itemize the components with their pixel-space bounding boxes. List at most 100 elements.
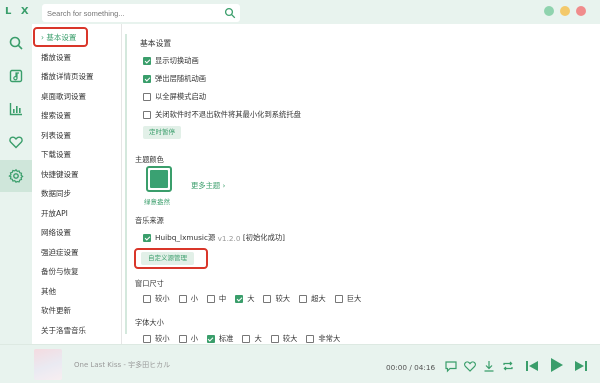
option-label: 显示切换动画 xyxy=(155,56,199,65)
radio-font-size[interactable] xyxy=(270,335,279,343)
download-icon[interactable] xyxy=(482,359,496,373)
font-size-option[interactable]: 较大 xyxy=(270,334,298,344)
comment-icon[interactable] xyxy=(444,359,458,373)
option-label: 大 xyxy=(247,294,255,303)
source-option[interactable]: Huibq_lxmusic源 v1.2.0 [初始化成功] xyxy=(143,232,285,244)
search-icon[interactable] xyxy=(224,7,236,19)
sidebar-item-ocd[interactable]: 强迫症设置 xyxy=(32,244,122,262)
sidebar-item-desktop-lyric[interactable]: 桌面歌词设置 xyxy=(32,88,122,106)
favorites-nav-icon[interactable] xyxy=(0,126,32,158)
radio-window-size[interactable] xyxy=(143,295,151,303)
window-size-option[interactable]: 较小 xyxy=(143,294,170,304)
sidebar-item-about[interactable]: 关于洛雪音乐 xyxy=(32,322,122,340)
sidebar-item-download[interactable]: 下载设置 xyxy=(32,146,122,164)
content-scrollbar[interactable] xyxy=(125,34,127,334)
timer-pause-button[interactable]: 定时暂停 xyxy=(143,126,181,139)
search-nav-icon[interactable] xyxy=(0,27,32,59)
option-label: 以全屏模式启动 xyxy=(155,92,207,101)
play-time: 00:00 / 04:16 xyxy=(386,363,436,372)
option-label: 小 xyxy=(190,334,198,343)
font-size-option[interactable]: 大 xyxy=(242,334,262,344)
radio-font-size[interactable] xyxy=(306,335,315,343)
source-name: Huibq_lxmusic源 xyxy=(155,233,216,242)
sidebar-item-playback[interactable]: 播放设置 xyxy=(32,49,122,67)
sidebar-item-backup[interactable]: 备份与恢复 xyxy=(32,263,122,281)
option-fullscreen-start[interactable]: 以全屏模式启动 xyxy=(143,91,206,103)
theme-color-fill xyxy=(150,170,168,188)
option-popup-animation[interactable]: 弹出层随机动画 xyxy=(143,73,206,85)
sidebar-item-search[interactable]: 搜索设置 xyxy=(32,107,122,125)
sidebar-item-sync[interactable]: 数据同步 xyxy=(32,185,122,203)
option-label: 超大 xyxy=(311,294,326,303)
sidebar-item-hotkey[interactable]: 快捷键设置 xyxy=(32,166,122,184)
theme-swatch[interactable] xyxy=(146,166,172,192)
window-size-option[interactable]: 巨大 xyxy=(334,294,361,304)
search-box[interactable] xyxy=(42,4,240,22)
minimize-button[interactable] xyxy=(544,6,554,16)
font-size-option[interactable]: 非常大 xyxy=(306,334,340,344)
play-icon[interactable] xyxy=(547,356,565,374)
option-label: 弹出层随机动画 xyxy=(155,74,207,83)
option-minimize-to-tray[interactable]: 关闭软件时不退出软件将其最小化到系统托盘 xyxy=(143,109,301,121)
option-label: 大 xyxy=(254,334,262,343)
song-list-nav-icon[interactable] xyxy=(0,60,32,92)
settings-nav-icon[interactable] xyxy=(0,160,32,192)
close-button[interactable] xyxy=(576,6,586,16)
window-size-option[interactable]: 小 xyxy=(178,294,198,304)
more-themes-label: 更多主题 xyxy=(191,181,221,190)
radio-window-size[interactable] xyxy=(235,295,244,303)
radio-font-size[interactable] xyxy=(242,335,251,343)
leaderboard-nav-icon[interactable] xyxy=(0,93,32,125)
maximize-button[interactable] xyxy=(560,6,570,16)
source-status: [初始化成功] xyxy=(242,233,286,242)
album-cover[interactable] xyxy=(34,349,62,380)
radio-window-size[interactable] xyxy=(178,295,187,303)
sidebar-item-list[interactable]: 列表设置 xyxy=(32,127,122,145)
favorite-icon[interactable] xyxy=(463,359,477,373)
font-size-option[interactable]: 较小 xyxy=(143,334,170,344)
search-input[interactable] xyxy=(47,6,217,20)
nav-bar: L X xyxy=(0,0,32,344)
option-label: 小 xyxy=(190,294,198,303)
theme-name: 绿意盎然 xyxy=(144,198,170,206)
option-switch-animation[interactable]: 显示切换动画 xyxy=(143,55,199,67)
sidebar-item-other[interactable]: 其他 xyxy=(32,283,122,301)
radio-font-size[interactable] xyxy=(178,335,187,343)
font-size-option[interactable]: 标准 xyxy=(206,334,234,344)
radio-font-size[interactable] xyxy=(143,335,151,343)
section-title-window-size: 窗口尺寸 xyxy=(135,279,164,288)
radio-window-size[interactable] xyxy=(206,295,215,303)
checkbox-popup-animation[interactable] xyxy=(143,75,151,83)
sidebar-item-open-api[interactable]: 开放API xyxy=(32,205,122,223)
chevron-right-icon: › xyxy=(222,181,226,190)
radio-window-size[interactable] xyxy=(299,295,308,303)
previous-track-icon[interactable] xyxy=(524,358,540,374)
option-label: 标准 xyxy=(218,334,234,343)
option-label: 较大 xyxy=(282,334,298,343)
option-label: 较大 xyxy=(275,294,291,303)
checkbox-fullscreen-start[interactable] xyxy=(143,93,151,101)
song-title[interactable]: One Last Kiss - 宇多田ヒカル xyxy=(74,360,170,370)
window-size-option[interactable]: 中 xyxy=(206,294,226,304)
option-label: 关闭软件时不退出软件将其最小化到系统托盘 xyxy=(155,110,301,119)
checkbox-source[interactable] xyxy=(143,234,151,242)
more-themes-link[interactable]: 更多主题 › xyxy=(191,181,225,191)
radio-font-size[interactable] xyxy=(206,335,215,343)
sidebar-item-update[interactable]: 软件更新 xyxy=(32,302,122,320)
highlight-box-source-manage xyxy=(134,248,208,269)
window-size-option[interactable]: 大 xyxy=(235,294,254,304)
radio-window-size[interactable] xyxy=(334,295,343,303)
radio-window-size[interactable] xyxy=(263,295,272,303)
window-size-option[interactable]: 较大 xyxy=(263,294,290,304)
repeat-icon[interactable] xyxy=(501,359,515,373)
next-track-icon[interactable] xyxy=(573,358,589,374)
window-size-option[interactable]: 超大 xyxy=(299,294,326,304)
sidebar-item-play-detail[interactable]: 播放详情页设置 xyxy=(32,68,122,86)
section-title-basic: 基本设置 xyxy=(140,39,172,48)
font-size-option[interactable]: 小 xyxy=(178,334,198,344)
checkbox-switch-animation[interactable] xyxy=(143,57,151,65)
player-bar: One Last Kiss - 宇多田ヒカル 00:00 / 04:16 xyxy=(0,344,600,383)
checkbox-minimize-to-tray[interactable] xyxy=(143,111,151,119)
sidebar-item-network[interactable]: 网络设置 xyxy=(32,224,122,242)
section-title-theme: 主题颜色 xyxy=(135,155,164,164)
